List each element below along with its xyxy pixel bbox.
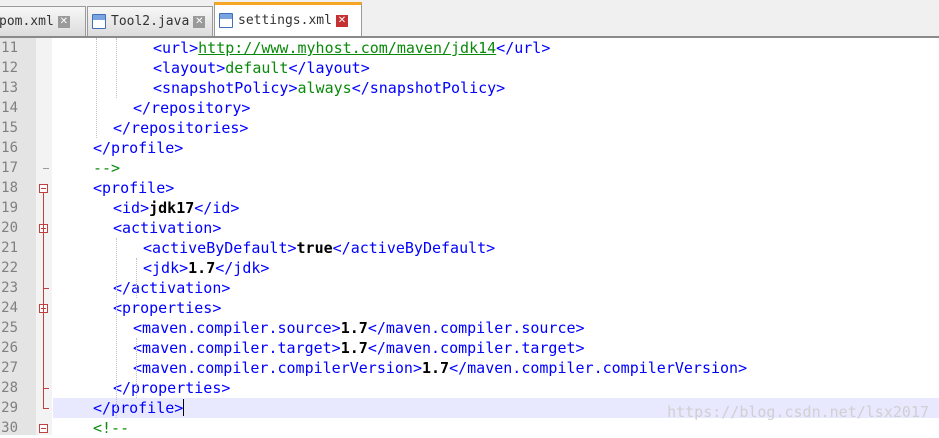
- tab-tool2-java[interactable]: Tool2.java ✕: [87, 6, 213, 36]
- code-line[interactable]: 13 <snapshotPolicy>always</snapshotPolicy…: [0, 78, 939, 98]
- code-line[interactable]: 18 <profile>: [0, 178, 939, 198]
- text-cursor: [183, 399, 185, 416]
- line-number: 22: [1, 260, 18, 276]
- code-line[interactable]: 11 <url>http://www.myhost.com/maven/jdk14…: [0, 38, 939, 58]
- line-number: 18: [1, 180, 18, 196]
- close-icon[interactable]: ✕: [335, 14, 348, 27]
- indent-guide: [136, 258, 137, 298]
- code-text[interactable]: <id>jdk17</id>: [113, 198, 239, 218]
- line-number: 20: [1, 220, 18, 236]
- code-line[interactable]: 24 <properties>: [0, 298, 939, 318]
- code-text[interactable]: </properties>: [113, 378, 230, 398]
- line-number: 11: [1, 40, 18, 56]
- code-text[interactable]: -->: [93, 158, 120, 178]
- code-text[interactable]: </profile>: [93, 398, 185, 418]
- code-line[interactable]: 12 <layout>default</layout>: [0, 58, 939, 78]
- tab-bar: pom.xml ✕ Tool2.java ✕ settings.xml ✕: [0, 0, 939, 38]
- code-text[interactable]: <snapshotPolicy>always</snapshotPolicy>: [153, 78, 505, 98]
- fold-toggle-icon[interactable]: [39, 184, 48, 193]
- code-line[interactable]: 21 <activeByDefault>true</activeByDefault…: [0, 238, 939, 258]
- line-number: 21: [1, 240, 18, 256]
- code-text[interactable]: <activation>: [113, 218, 221, 238]
- code-line[interactable]: 14 </repository>: [0, 98, 939, 118]
- close-icon[interactable]: ✕: [57, 15, 70, 28]
- code-text[interactable]: </repositories>: [113, 118, 248, 138]
- file-icon: [92, 14, 106, 29]
- line-number: 14: [1, 100, 18, 116]
- line-number: 23: [1, 280, 18, 296]
- line-number: 12: [1, 60, 18, 76]
- code-line[interactable]: 25 <maven.compiler.source>1.7</maven.comp…: [0, 318, 939, 338]
- code-line[interactable]: 20 <activation>: [0, 218, 939, 238]
- indent-guide: [116, 238, 117, 418]
- code-text[interactable]: <layout>default</layout>: [153, 58, 370, 78]
- line-number: 19: [1, 200, 18, 216]
- tab-settings-xml[interactable]: settings.xml ✕: [214, 2, 362, 36]
- line-number: 24: [1, 300, 18, 316]
- code-line[interactable]: 17 -->: [0, 158, 939, 178]
- fold-end-marker: [43, 408, 49, 409]
- indent-guide: [116, 38, 117, 98]
- tab-label: Tool2.java: [111, 14, 190, 29]
- code-text[interactable]: <activeByDefault>true</activeByDefault>: [143, 238, 495, 258]
- code-line[interactable]: 30 <!--: [0, 418, 939, 438]
- code-editor[interactable]: 11 <url>http://www.myhost.com/maven/jdk14…: [0, 38, 939, 438]
- watermark: https://blog.csdn.net/lsx2017: [667, 403, 929, 421]
- code-line[interactable]: 22 <jdk>1.7</jdk>: [0, 258, 939, 278]
- line-number: 15: [1, 120, 18, 136]
- code-line[interactable]: 19 <id>jdk17</id>: [0, 198, 939, 218]
- line-number: 30: [1, 420, 18, 436]
- close-icon[interactable]: ✕: [193, 15, 206, 28]
- code-line[interactable]: 28 </properties>: [0, 378, 939, 398]
- code-text[interactable]: </repository>: [133, 98, 250, 118]
- code-line[interactable]: 23 </activation>: [0, 278, 939, 298]
- code-line[interactable]: 27 <maven.compiler.compilerVersion>1.7</m…: [0, 358, 939, 378]
- code-text[interactable]: <!--: [93, 418, 129, 438]
- line-number: 13: [1, 80, 18, 96]
- code-line[interactable]: 16 </profile>: [0, 138, 939, 158]
- code-text[interactable]: <maven.compiler.target>1.7</maven.compil…: [133, 338, 585, 358]
- line-number: 25: [1, 320, 18, 336]
- file-icon: [219, 13, 233, 28]
- tab-pom-xml[interactable]: pom.xml ✕: [0, 6, 86, 36]
- line-number: 26: [1, 340, 18, 356]
- code-text[interactable]: </activation>: [113, 278, 230, 298]
- tab-label: settings.xml: [238, 13, 332, 28]
- fold-end-marker: [43, 168, 49, 169]
- code-line[interactable]: 15 </repositories>: [0, 118, 939, 138]
- code-text[interactable]: <properties>: [113, 298, 221, 318]
- fold-range-line: [43, 233, 44, 288]
- code-text[interactable]: </profile>: [93, 138, 183, 158]
- code-text[interactable]: <maven.compiler.compilerVersion>1.7</mav…: [133, 358, 747, 378]
- tab-label: pom.xml: [0, 14, 54, 29]
- line-number: 17: [1, 160, 18, 176]
- fold-range-line: [43, 313, 44, 388]
- code-line[interactable]: 26 <maven.compiler.target>1.7</maven.comp…: [0, 338, 939, 358]
- line-number: 16: [1, 140, 18, 156]
- code-text[interactable]: <jdk>1.7</jdk>: [143, 258, 269, 278]
- line-number: 28: [1, 380, 18, 396]
- fold-toggle-icon[interactable]: [39, 424, 48, 433]
- line-number: 29: [1, 400, 18, 416]
- indent-guide: [96, 38, 97, 138]
- code-text[interactable]: <maven.compiler.source>1.7</maven.compil…: [133, 318, 585, 338]
- code-text[interactable]: <url>http://www.myhost.com/maven/jdk14</…: [153, 38, 550, 58]
- code-text[interactable]: <profile>: [93, 178, 174, 198]
- line-number: 27: [1, 360, 18, 376]
- indent-guide: [136, 338, 137, 398]
